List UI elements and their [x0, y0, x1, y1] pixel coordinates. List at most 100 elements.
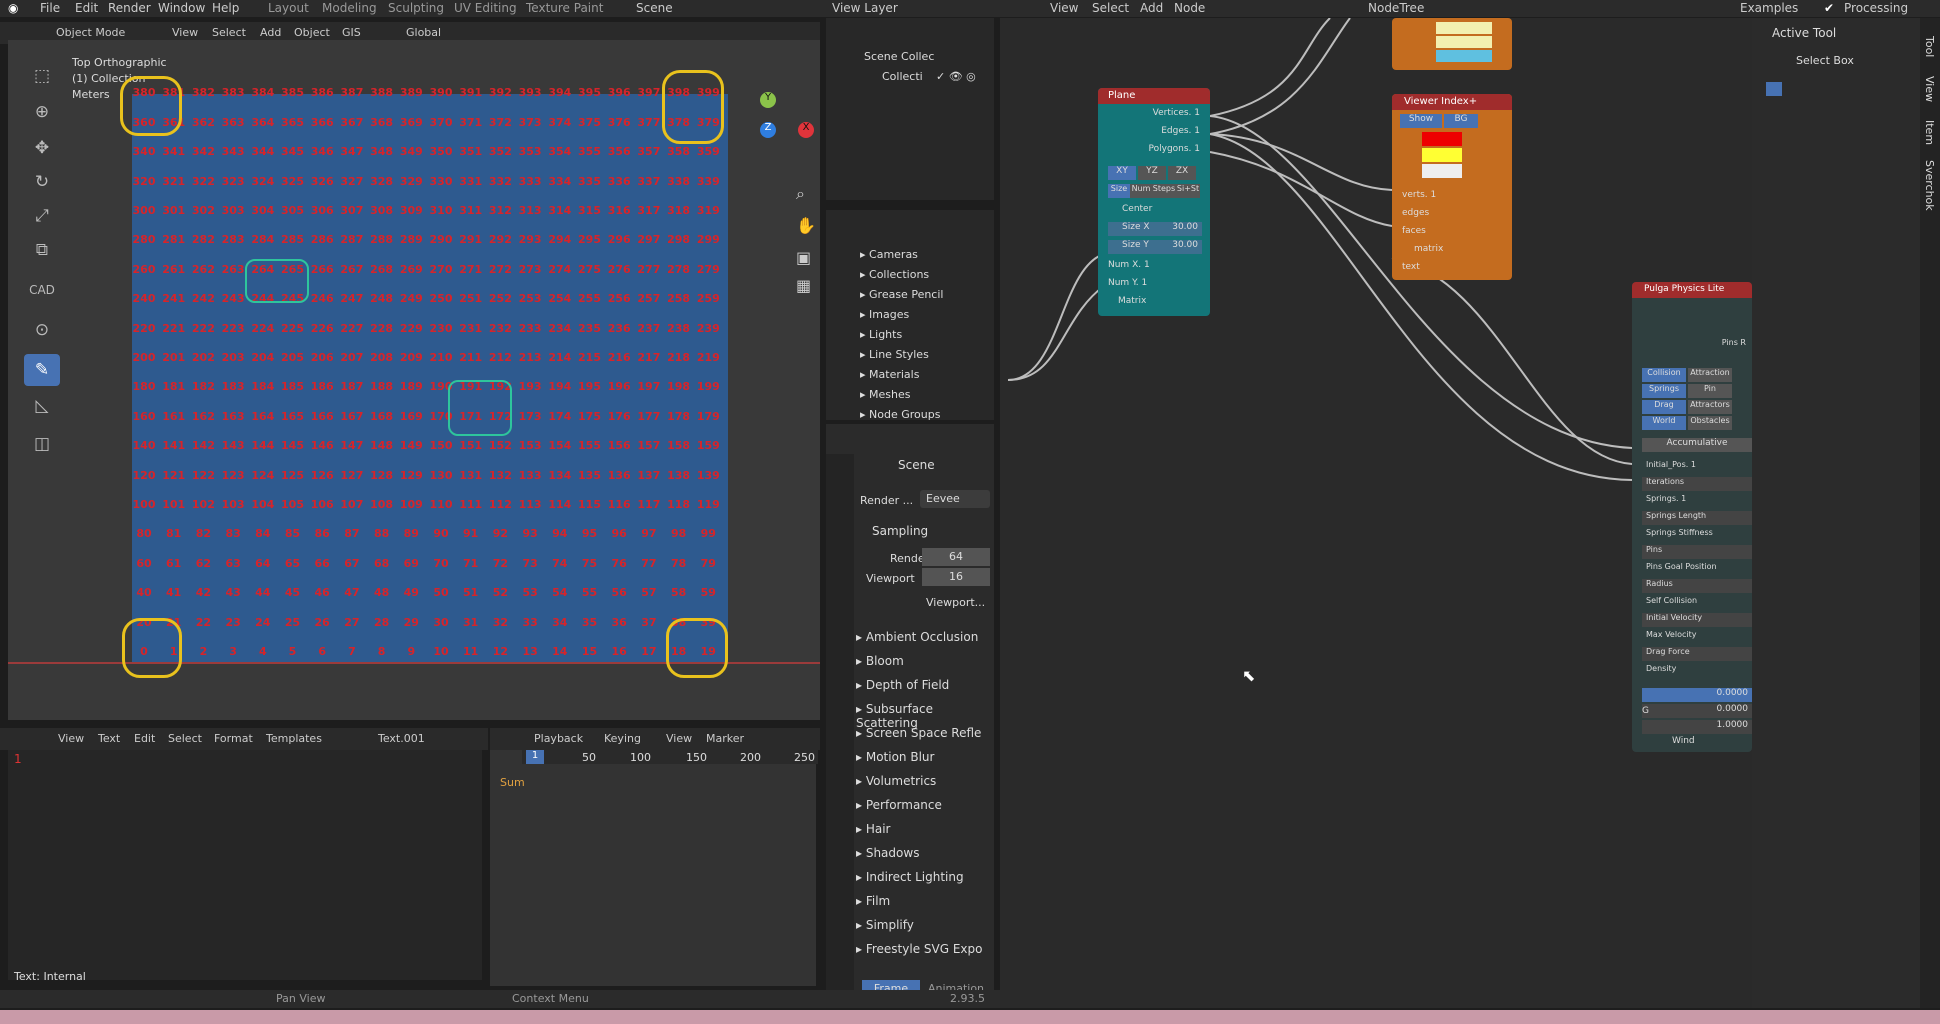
pulga-tab-drag[interactable]: Drag	[1642, 400, 1686, 414]
pulga-tab-obstacles[interactable]: Obstacles	[1688, 416, 1732, 430]
panel-motion-blur[interactable]: ▸ Motion Blur	[856, 750, 934, 764]
ruler-tool-icon[interactable]: ◺	[24, 390, 60, 422]
vec-value-2[interactable]: 0.0000	[1642, 704, 1752, 718]
vp-menu-select[interactable]: Select	[212, 26, 246, 39]
pulga-row[interactable]: Max Velocity	[1642, 630, 1752, 644]
menu-window[interactable]: Window	[158, 1, 205, 15]
workspace-uv[interactable]: UV Editing	[454, 1, 517, 15]
transform-tool-icon[interactable]: ⧉	[24, 234, 60, 266]
node-menu-view[interactable]: View	[1050, 1, 1078, 15]
panel-film[interactable]: ▸ Film	[856, 894, 890, 908]
menu-help[interactable]: Help	[212, 1, 239, 15]
select-tool-icon[interactable]: ⬚	[24, 60, 60, 92]
vec-value-3[interactable]: 1.0000	[1642, 720, 1752, 734]
node-menu-select[interactable]: Select	[1092, 1, 1129, 15]
gizmo-x[interactable]: X	[798, 122, 814, 138]
add-cube-tool-icon[interactable]: ◫	[24, 428, 60, 460]
measure-tool-icon[interactable]: ⊙	[24, 314, 60, 346]
panel-indirect-lighting[interactable]: ▸ Indirect Lighting	[856, 870, 964, 884]
pulga-row[interactable]: Pins Goal Position	[1642, 562, 1752, 576]
menu-render[interactable]: Render	[108, 1, 151, 15]
mode-steps[interactable]: Steps	[1152, 184, 1176, 198]
center-checkbox[interactable]: Center	[1122, 204, 1152, 214]
pulga-row[interactable]: Radius	[1642, 579, 1752, 593]
pulga-row[interactable]: Self Collision	[1642, 596, 1752, 610]
datablock-node-groups[interactable]: ▸ Node Groups	[860, 408, 940, 421]
vp-menu-view[interactable]: View	[172, 26, 198, 39]
panel-simplify[interactable]: ▸ Simplify	[856, 918, 914, 932]
te-menu-select[interactable]: Select	[168, 732, 202, 745]
vp-menu-object[interactable]: Object	[294, 26, 330, 39]
axis-zx[interactable]: ZX	[1168, 166, 1196, 180]
panel-screen-space-refle[interactable]: ▸ Screen Space Refle	[856, 726, 981, 740]
panel-depth-of-field[interactable]: ▸ Depth of Field	[856, 678, 949, 692]
color-red[interactable]	[1422, 132, 1462, 146]
visibility-icon[interactable]: ✓ 👁 ◎	[936, 70, 976, 83]
active-tool-header[interactable]: Active Tool	[1772, 26, 1836, 40]
render-samples-field[interactable]: 64	[922, 548, 990, 566]
vec-value-1[interactable]: 0.0000	[1642, 688, 1752, 702]
mode-size[interactable]: Size	[1108, 184, 1130, 198]
workspace-texture[interactable]: Texture Paint	[526, 1, 603, 15]
datablock-cameras[interactable]: ▸ Cameras	[860, 248, 918, 261]
size-y-field[interactable]: Size Y 30.00	[1108, 240, 1202, 254]
color-white[interactable]	[1422, 164, 1462, 178]
tl-playback[interactable]: Playback	[534, 732, 583, 745]
select-mode-icon[interactable]	[1766, 82, 1782, 96]
accumulative-button[interactable]: Accumulative	[1642, 438, 1752, 452]
viewport-samples-field[interactable]: 16	[922, 568, 990, 586]
node-menu-add[interactable]: Add	[1140, 1, 1163, 15]
panel-volumetrics[interactable]: ▸ Volumetrics	[856, 774, 936, 788]
rotate-tool-icon[interactable]: ↻	[24, 166, 60, 198]
timeline-area[interactable]: 1 50 100 150 200 250 Sum	[490, 750, 818, 986]
zoom-icon[interactable]: ⌕	[796, 184, 805, 204]
panel-hair[interactable]: ▸ Hair	[856, 822, 890, 836]
move-tool-icon[interactable]: ✥	[24, 132, 60, 164]
3d-viewport[interactable]: Top Orthographic (1) Collection Meters 0…	[8, 40, 820, 720]
tl-view[interactable]: View	[666, 732, 692, 745]
processing-toggle[interactable]: Processing	[1844, 1, 1908, 15]
datablock-images[interactable]: ▸ Images	[860, 308, 909, 321]
size-x-field[interactable]: Size X 30.00	[1108, 222, 1202, 236]
panel-bloom[interactable]: ▸ Bloom	[856, 654, 904, 668]
object-mode-select[interactable]: Object Mode	[56, 26, 125, 39]
grid-icon[interactable]: ▦	[796, 276, 811, 295]
te-menu-edit[interactable]: Edit	[134, 732, 155, 745]
panel-freestyle-svg-expo[interactable]: ▸ Freestyle SVG Expo	[856, 942, 982, 956]
pulga-row[interactable]: Density	[1642, 664, 1752, 678]
datablock-meshes[interactable]: ▸ Meshes	[860, 388, 910, 401]
scene-name[interactable]: Scene	[636, 1, 673, 15]
panel-ambient-occlusion[interactable]: ▸ Ambient Occlusion	[856, 630, 978, 644]
te-menu-templates[interactable]: Templates	[266, 732, 322, 745]
gizmo-y[interactable]: Y	[760, 92, 776, 108]
cad-tool-icon[interactable]: CAD	[24, 274, 60, 306]
viewer-node-title[interactable]: Viewer Index+	[1392, 94, 1512, 110]
plane-node[interactable]: Plane Vertices. 1 Edges. 1 Polygons. 1 X…	[1098, 88, 1210, 316]
datablock-grease-pencil[interactable]: ▸ Grease Pencil	[860, 288, 943, 301]
panel-performance[interactable]: ▸ Performance	[856, 798, 942, 812]
text-editor-area[interactable]: 1	[8, 750, 482, 980]
pulga-tab-collision[interactable]: Collision	[1642, 368, 1686, 382]
color-light-blue[interactable]	[1436, 50, 1492, 62]
pulga-tab-attractors[interactable]: Attractors	[1688, 400, 1732, 414]
color-pale-yellow[interactable]	[1436, 22, 1492, 34]
datablock-collections[interactable]: ▸ Collections	[860, 268, 929, 281]
axis-xy[interactable]: XY	[1108, 166, 1136, 180]
pulga-row[interactable]: Springs Stiffness	[1642, 528, 1752, 542]
mode-sist[interactable]: Si+St	[1176, 184, 1200, 198]
gizmo-z[interactable]: Z	[760, 122, 776, 138]
tab-view[interactable]: View	[1923, 76, 1936, 102]
vp-menu-gis[interactable]: GIS	[342, 26, 361, 39]
pulga-row[interactable]: Springs Length	[1642, 511, 1752, 525]
camera-icon[interactable]: ▣	[796, 248, 811, 267]
menu-file[interactable]: File	[40, 1, 60, 15]
viewer-node[interactable]: Viewer Index+ Show BG verts. 1 edges fac…	[1392, 94, 1512, 280]
nodetree-name[interactable]: NodeTree	[1368, 1, 1424, 15]
sampling-panel[interactable]: Sampling	[872, 524, 928, 538]
te-menu-view[interactable]: View	[58, 732, 84, 745]
upper-node[interactable]	[1392, 18, 1512, 70]
render-engine-select[interactable]: Eevee	[920, 490, 990, 508]
pulga-node[interactable]: Pulga Physics Lite Pins R Collision Attra…	[1632, 282, 1752, 752]
datablock-line-styles[interactable]: ▸ Line Styles	[860, 348, 929, 361]
pulga-row[interactable]: Initial_Pos. 1	[1642, 460, 1752, 474]
